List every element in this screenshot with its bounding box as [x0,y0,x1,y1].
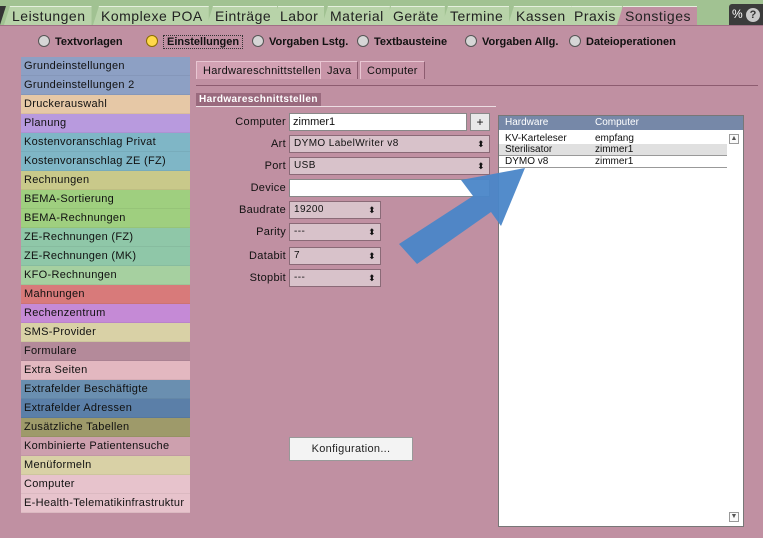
sidebar-item[interactable]: Kombinierte Patientensuche [21,437,191,456]
select-arrows-icon: ⬍ [368,227,376,237]
section-divider [196,106,496,107]
sidebar-item[interactable]: Computer [21,475,191,494]
sidebar-item[interactable]: BEMA-Sortierung [21,190,191,209]
port-label: Port [264,160,286,172]
sidebar-item[interactable]: ZE-Rechnungen (FZ) [21,228,191,247]
sidebar-item[interactable]: Menüformeln [21,456,191,475]
tab-computer[interactable]: Computer [360,61,425,79]
radio-circle-icon [357,35,369,47]
radio-circle-icon [38,35,50,47]
hardware-cell: DYMO v8 [505,156,549,167]
computer-input[interactable]: zimmer1 [289,113,467,131]
tab-labor[interactable]: Labor [272,6,325,25]
databit-label: Databit [249,250,286,262]
computer-label: Computer [235,116,286,128]
table-row-selected[interactable]: DYMO v8 zimmer1 [499,155,727,168]
radio-circle-icon [252,35,264,47]
scroll-down-icon[interactable]: ▼ [729,512,739,522]
scroll-up-icon[interactable]: ▲ [729,134,739,144]
section-title: Hardwareschnittstellen [196,93,321,106]
sidebar-item[interactable]: Kostenvoranschlag ZE (FZ) [21,152,191,171]
tab-geraete[interactable]: Geräte [385,6,445,25]
sidebar-item[interactable]: Extrafelder Beschäftigte [21,380,191,399]
sidebar-item[interactable]: Rechenzentrum [21,304,191,323]
konfiguration-button[interactable]: Konfiguration... [289,437,413,461]
help-area: % ? [729,4,763,25]
radio-vorgaben-lstg[interactable]: Vorgaben Lstg. [252,34,348,50]
tab-material[interactable]: Material [322,6,390,25]
tab-termine[interactable]: Termine [442,6,510,25]
sidebar-item[interactable]: Mahnungen [21,285,191,304]
radio-einstellungen[interactable]: Einstellungen [146,34,244,50]
table-header: Hardware Computer [499,116,743,130]
column-header-hardware[interactable]: Hardware [505,116,548,130]
settings-subnav: Textvorlagen Einstellungen Vorgaben Lstg… [0,25,763,57]
column-header-computer[interactable]: Computer [595,116,639,130]
sidebar-item[interactable]: BEMA-Rechnungen [21,209,191,228]
sidebar-item[interactable]: Extrafelder Adressen [21,399,191,418]
baudrate-select[interactable]: 19200 ⬍ [289,201,381,219]
tab-eintraege[interactable]: Einträge [207,6,278,25]
computer-cell: zimmer1 [595,156,634,167]
parity-label: Parity [256,226,286,238]
sidebar-item[interactable]: Zusätzliche Tabellen [21,418,191,437]
settings-sidebar: Grundeinstellungen Grundeinstellungen 2 Dr… [0,57,191,538]
sidebar-item[interactable]: ZE-Rechnungen (MK) [21,247,191,266]
sidebar-item[interactable]: Druckerauswahl [21,95,191,114]
sidebar-item[interactable]: Formulare [21,342,191,361]
divider [196,85,758,86]
percent-icon[interactable]: % [732,7,743,21]
sidebar-item[interactable]: Grundeinstellungen [21,57,191,76]
tab-java[interactable]: Java [320,61,359,79]
device-label: Device [250,182,286,194]
sidebar-item[interactable]: Extra Seiten [21,361,191,380]
stopbit-select[interactable]: --- ⬍ [289,269,381,287]
sidebar-item[interactable]: Kostenvoranschlag Privat [21,133,191,152]
radio-vorgaben-allg[interactable]: Vorgaben Allg. [465,34,558,50]
hardware-cell: Sterilisator [505,144,553,155]
databit-select[interactable]: 7 ⬍ [289,247,381,265]
select-arrows-icon: ⬍ [477,139,485,149]
radio-textvorlagen[interactable]: Textvorlagen [38,34,123,50]
sidebar-item[interactable]: Rechnungen [21,171,191,190]
table-row[interactable]: Sterilisator zimmer1 [499,144,727,155]
sidebar-item[interactable]: Planung [21,114,191,133]
sidebar-item[interactable]: SMS-Provider [21,323,191,342]
sidebar-item[interactable]: Grundeinstellungen 2 [21,76,191,95]
add-computer-button[interactable]: + [470,113,490,131]
select-arrows-icon: ⬍ [368,273,376,283]
radio-circle-icon [569,35,581,47]
main-panel: Hardwareschnittstellen Java Computer Har… [190,57,763,538]
sidebar-item[interactable]: KFO-Rechnungen [21,266,191,285]
art-label: Art [271,138,286,150]
tab-praxis[interactable]: Praxis [566,6,622,25]
hardware-table: Hardware Computer KV-Karteleser empfang … [498,115,744,527]
help-icon[interactable]: ? [746,7,760,22]
tab-sonstiges[interactable]: Sonstiges [617,6,697,25]
parity-select[interactable]: --- ⬍ [289,223,381,241]
select-arrows-icon: ⬍ [368,251,376,261]
device-input[interactable] [289,179,490,197]
tab-leistungen[interactable]: Leistungen [4,6,92,25]
main-tab-bar: Leistungen Komplexe POA Einträge Labor M… [0,0,763,25]
baudrate-label: Baudrate [238,204,286,216]
tab-kassen[interactable]: Kassen [508,6,572,25]
hardware-cell: KV-Karteleser [505,133,567,144]
radio-circle-icon [146,35,158,47]
computer-cell: empfang [595,133,634,144]
tab-komplexe-poa[interactable]: Komplexe POA [93,6,209,25]
computer-cell: zimmer1 [595,144,634,155]
select-arrows-icon: ⬍ [368,205,376,215]
radio-textbausteine[interactable]: Textbausteine [357,34,447,50]
radio-dateioperationen[interactable]: Dateioperationen [569,34,676,50]
art-select[interactable]: DYMO LabelWriter v8 ⬍ [289,135,490,153]
stopbit-label: Stopbit [249,272,286,284]
sidebar-item[interactable]: E-Health-Telematikinfrastruktur [21,494,191,513]
table-row[interactable]: KV-Karteleser empfang [499,133,727,144]
tab-hardwareschnittstellen[interactable]: Hardwareschnittstellen [196,61,328,79]
radio-circle-icon [465,35,477,47]
port-select[interactable]: USB ⬍ [289,157,490,175]
select-arrows-icon: ⬍ [477,161,485,171]
